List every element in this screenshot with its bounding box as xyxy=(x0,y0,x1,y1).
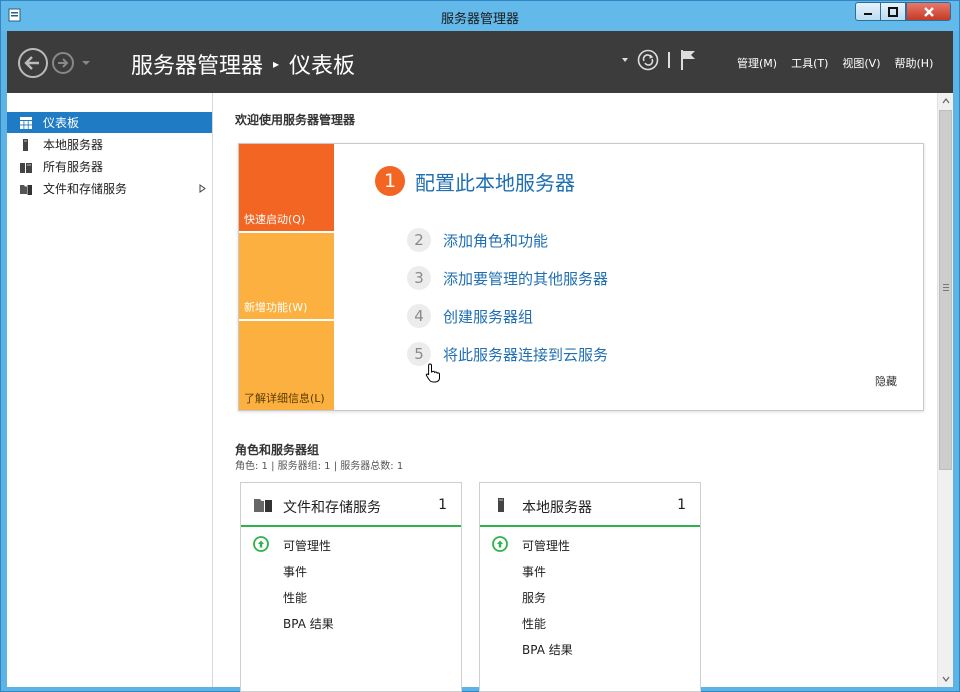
file-storage-icon xyxy=(20,184,32,195)
menu-view[interactable]: 视图(V) xyxy=(842,55,880,71)
sidebar-item-label: 仪表板 xyxy=(43,116,80,130)
server-icon xyxy=(498,498,504,512)
card-header[interactable]: 本地服务器 1 xyxy=(480,483,700,527)
window-title: 服务器管理器 xyxy=(440,12,519,27)
roles-summary: 角色: 1 | 服务器组: 1 | 服务器总数: 1 xyxy=(235,461,404,472)
maximize-button[interactable] xyxy=(880,2,906,21)
content-area: 仪表板 本地服务器 所有服务器 文件和存储服务 欢迎使用服务器管理器 快速启动(… xyxy=(7,93,953,692)
tab-label: 新增功能(W) xyxy=(244,301,308,314)
card-row-performance[interactable]: 性能 xyxy=(522,615,546,632)
step-add-servers[interactable]: 3 添加要管理的其他服务器 xyxy=(407,266,608,290)
chevron-down-icon xyxy=(942,676,949,682)
welcome-heading: 欢迎使用服务器管理器 xyxy=(235,113,356,127)
sidebar-item-local-server[interactable]: 本地服务器 xyxy=(7,134,212,155)
header-bar: 服务器管理器 ▸ 仪表板 管理(M) 工具(T) 视图(V) 帮助(H) xyxy=(7,31,953,93)
vertical-scrollbar[interactable] xyxy=(937,93,953,687)
main-panel: 欢迎使用服务器管理器 快速启动(Q) 新增功能(W) 了解详细信息(L) 1 配… xyxy=(213,93,937,692)
tab-quick-start[interactable]: 快速启动(Q) xyxy=(239,144,334,231)
step-number: 4 xyxy=(407,304,431,328)
step-number: 3 xyxy=(407,266,431,290)
step-link[interactable]: 添加角色和功能 xyxy=(443,230,548,251)
hand-cursor-icon xyxy=(425,363,440,383)
minimize-button[interactable] xyxy=(855,2,881,21)
scroll-up-button[interactable] xyxy=(938,93,953,109)
sidebar-item-file-storage[interactable]: 文件和存储服务 xyxy=(7,178,212,199)
sidebar-item-label: 所有服务器 xyxy=(43,160,104,174)
roles-heading: 角色和服务器组 xyxy=(235,443,320,457)
card-row-events[interactable]: 事件 xyxy=(283,563,307,580)
tab-whats-new[interactable]: 新增功能(W) xyxy=(239,232,334,319)
close-icon xyxy=(923,6,934,17)
sidebar-item-label: 本地服务器 xyxy=(43,138,104,152)
step-create-server-group[interactable]: 4 创建服务器组 xyxy=(407,304,533,328)
tab-learn-more[interactable]: 了解详细信息(L) xyxy=(239,320,334,410)
sidebar-item-dashboard[interactable]: 仪表板 xyxy=(7,112,212,133)
menu-manage[interactable]: 管理(M) xyxy=(737,55,777,71)
breadcrumb-root[interactable]: 服务器管理器 xyxy=(131,48,263,80)
breadcrumb: 服务器管理器 ▸ 仪表板 xyxy=(131,48,355,80)
card-title: 本地服务器 xyxy=(522,500,592,516)
card-row-performance[interactable]: 性能 xyxy=(283,589,307,606)
flag-icon[interactable] xyxy=(679,49,697,71)
refresh-icon[interactable] xyxy=(637,49,659,71)
card-count: 1 xyxy=(677,497,686,513)
refresh-dropdown-icon[interactable] xyxy=(621,56,629,64)
step-link[interactable]: 创建服务器组 xyxy=(443,306,533,327)
tab-label: 快速启动(Q) xyxy=(244,213,306,226)
status-ok-icon xyxy=(253,536,269,552)
card-title: 文件和存储服务 xyxy=(283,500,381,516)
hide-link[interactable]: 隐藏 xyxy=(875,373,897,389)
scroll-down-button[interactable] xyxy=(938,671,953,687)
server-icon xyxy=(23,138,28,151)
tab-label: 了解详细信息(L) xyxy=(244,392,325,405)
status-ok-icon xyxy=(492,536,508,552)
menu-help[interactable]: 帮助(H) xyxy=(895,55,934,71)
forward-arrow-icon[interactable] xyxy=(51,51,75,75)
card-row-manageability[interactable]: 可管理性 xyxy=(522,537,570,554)
menu-tools[interactable]: 工具(T) xyxy=(791,55,828,71)
dashboard-icon xyxy=(20,116,32,129)
close-button[interactable] xyxy=(906,2,951,21)
step-link[interactable]: 配置此本地服务器 xyxy=(415,167,575,196)
card-row-bpa[interactable]: BPA 结果 xyxy=(522,641,573,658)
separator-icon xyxy=(668,52,670,68)
breadcrumb-current: 仪表板 xyxy=(289,54,356,79)
menu-bar: 管理(M) 工具(T) 视图(V) 帮助(H) xyxy=(737,55,933,71)
sidebar: 仪表板 本地服务器 所有服务器 文件和存储服务 xyxy=(7,93,213,687)
title-bar: 服务器管理器 xyxy=(1,1,959,31)
back-arrow-icon[interactable] xyxy=(17,47,49,79)
step-number: 2 xyxy=(407,228,431,252)
sidebar-item-all-servers[interactable]: 所有服务器 xyxy=(7,156,212,177)
history-dropdown-icon[interactable] xyxy=(81,59,91,67)
maximize-icon xyxy=(888,6,898,17)
card-row-services[interactable]: 服务 xyxy=(522,589,546,606)
step-add-roles[interactable]: 2 添加角色和功能 xyxy=(407,228,548,252)
scroll-thumb[interactable] xyxy=(939,110,952,470)
role-card-file-storage[interactable]: 文件和存储服务 1 可管理性 事件 性能 BPA 结果 xyxy=(240,482,462,692)
grip-icon xyxy=(943,284,949,291)
chevron-up-icon xyxy=(942,98,949,104)
sidebar-item-label: 文件和存储服务 xyxy=(43,182,128,196)
servers-icon xyxy=(20,162,32,173)
breadcrumb-separator: ▸ xyxy=(273,57,280,71)
card-row-events[interactable]: 事件 xyxy=(522,563,546,580)
role-card-local-server[interactable]: 本地服务器 1 可管理性 事件 服务 性能 BPA 结果 xyxy=(479,482,701,692)
expand-arrow-icon[interactable] xyxy=(199,184,206,193)
step-configure-local-server[interactable]: 1 配置此本地服务器 xyxy=(375,166,575,196)
quick-start-panel: 快速启动(Q) 新增功能(W) 了解详细信息(L) 1 配置此本地服务器 2 添… xyxy=(238,143,924,411)
step-number: 1 xyxy=(375,166,405,196)
card-header[interactable]: 文件和存储服务 1 xyxy=(241,483,461,527)
card-row-bpa[interactable]: BPA 结果 xyxy=(283,615,334,632)
card-row-manageability[interactable]: 可管理性 xyxy=(283,537,331,554)
card-count: 1 xyxy=(438,497,447,513)
server-manager-window: 服务器管理器 服务器管理器 ▸ 仪表板 管理(M) 工具(T) 视图(V) 帮助… xyxy=(0,0,960,692)
minimize-icon xyxy=(864,12,872,15)
header-icons xyxy=(621,49,697,71)
file-storage-icon xyxy=(254,499,272,512)
step-link[interactable]: 添加要管理的其他服务器 xyxy=(443,268,608,289)
step-link[interactable]: 将此服务器连接到云服务 xyxy=(443,344,608,365)
